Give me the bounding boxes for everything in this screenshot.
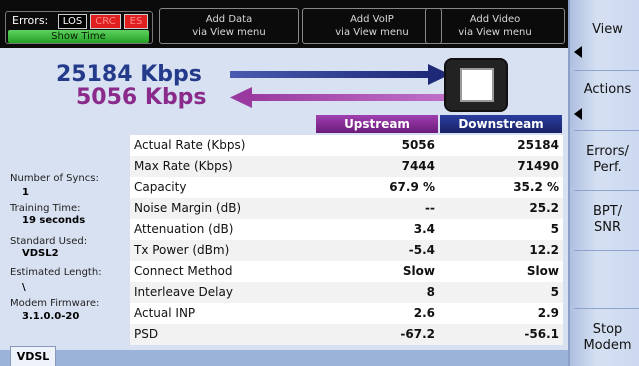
- table-row: Max Rate (Kbps) 7444 71490: [130, 156, 563, 177]
- row-downstream: 71490: [517, 159, 559, 173]
- row-upstream: 8: [426, 285, 435, 299]
- row-downstream: 2.9: [537, 306, 559, 320]
- row-downstream: 25184: [517, 138, 559, 152]
- downstream-rate: 5056 Kbps: [76, 85, 207, 110]
- device-icon: [444, 58, 508, 112]
- row-upstream: Slow: [402, 264, 435, 278]
- table-row: Interleave Delay 8 5: [130, 282, 563, 303]
- table-row: Capacity 67.9 % 35.2 %: [130, 177, 563, 198]
- table-row: Actual Rate (Kbps) 5056 25184: [130, 135, 563, 156]
- firmware-label: Modem Firmware:: [10, 298, 100, 309]
- training-value: 19 seconds: [22, 215, 86, 226]
- view-arrow-icon: [574, 46, 582, 58]
- length-value: \: [22, 282, 26, 293]
- table-row: Actual INP 2.6 2.9: [130, 303, 563, 324]
- sidebar-divider: [574, 308, 639, 309]
- firmware-value: 3.1.0.0-20: [22, 311, 80, 322]
- row-upstream: 67.9 %: [389, 180, 435, 194]
- row-downstream: -56.1: [524, 327, 559, 341]
- errors-perf-label-1: Errors/: [586, 144, 629, 159]
- row-label: Connect Method: [134, 264, 233, 278]
- stop-modem-button[interactable]: Stop Modem: [574, 322, 639, 354]
- sidebar-divider: [574, 70, 639, 71]
- sidebar-divider: [574, 130, 639, 131]
- errors-perf-label-2: Perf.: [593, 160, 622, 175]
- table-row: PSD -67.2 -56.1: [130, 324, 563, 345]
- row-label: Capacity: [134, 180, 187, 194]
- tab-vdsl[interactable]: VDSL: [10, 346, 56, 366]
- row-label: Actual Rate (Kbps): [134, 138, 246, 152]
- row-upstream: 5056: [401, 138, 435, 152]
- device-screen: [460, 68, 494, 102]
- row-label: Noise Margin (dB): [134, 201, 242, 215]
- training-label: Training Time:: [10, 203, 81, 214]
- row-label: Attenuation (dB): [134, 222, 234, 236]
- row-downstream: 5: [550, 285, 559, 299]
- sidebar-divider: [574, 190, 639, 191]
- row-upstream: -5.4: [408, 243, 435, 257]
- row-upstream: --: [425, 201, 435, 215]
- syncs-value: 1: [22, 187, 29, 198]
- bpt-label-1: BPT/: [592, 204, 623, 219]
- actions-label: Actions: [583, 82, 632, 97]
- row-label: Max Rate (Kbps): [134, 159, 233, 173]
- row-downstream: 12.2: [529, 243, 559, 257]
- row-label: Interleave Delay: [134, 285, 233, 299]
- length-label: Estimated Length:: [10, 267, 102, 278]
- actions-button[interactable]: Actions: [574, 82, 639, 98]
- table-row: Attenuation (dB) 3.4 5: [130, 219, 563, 240]
- row-downstream: 5: [550, 222, 559, 236]
- stop-label-1: Stop: [592, 322, 623, 337]
- row-upstream: 2.6: [413, 306, 435, 320]
- table-row: Connect Method Slow Slow: [130, 261, 563, 282]
- row-downstream: Slow: [526, 264, 559, 278]
- row-label: Tx Power (dBm): [134, 243, 230, 257]
- row-upstream: 7444: [401, 159, 435, 173]
- upstream-header: Upstream: [316, 115, 438, 133]
- standard-value: VDSL2: [22, 248, 59, 259]
- row-upstream: 3.4: [413, 222, 435, 236]
- table-row: Noise Margin (dB) -- 25.2: [130, 198, 563, 219]
- table-row: Tx Power (dBm) -5.4 12.2: [130, 240, 563, 261]
- row-downstream: 35.2 %: [513, 180, 559, 194]
- standard-label: Standard Used:: [10, 236, 88, 247]
- actions-arrow-icon: [574, 108, 582, 120]
- row-label: PSD: [134, 327, 159, 341]
- sidebar: View Actions Errors/ Perf. BPT/ SNR Stop…: [568, 0, 639, 366]
- row-downstream: 25.2: [529, 201, 559, 215]
- errors-perf-button[interactable]: Errors/ Perf.: [574, 144, 639, 176]
- syncs-label: Number of Syncs:: [10, 173, 99, 184]
- downstream-header: Downstream: [440, 115, 562, 133]
- downstream-arrow: [230, 87, 448, 108]
- view-button[interactable]: View: [574, 22, 639, 38]
- view-label: View: [592, 22, 623, 37]
- row-label: Actual INP: [134, 306, 196, 320]
- bpt-label-2: SNR: [593, 220, 621, 235]
- sidebar-divider: [574, 250, 639, 251]
- upstream-rate: 25184 Kbps: [56, 62, 202, 87]
- row-upstream: -67.2: [400, 327, 435, 341]
- bottom-tab-strip: [0, 350, 568, 366]
- upstream-arrow: [230, 64, 450, 85]
- stop-label-2: Modem: [583, 338, 632, 353]
- bpt-snr-button[interactable]: BPT/ SNR: [574, 204, 639, 236]
